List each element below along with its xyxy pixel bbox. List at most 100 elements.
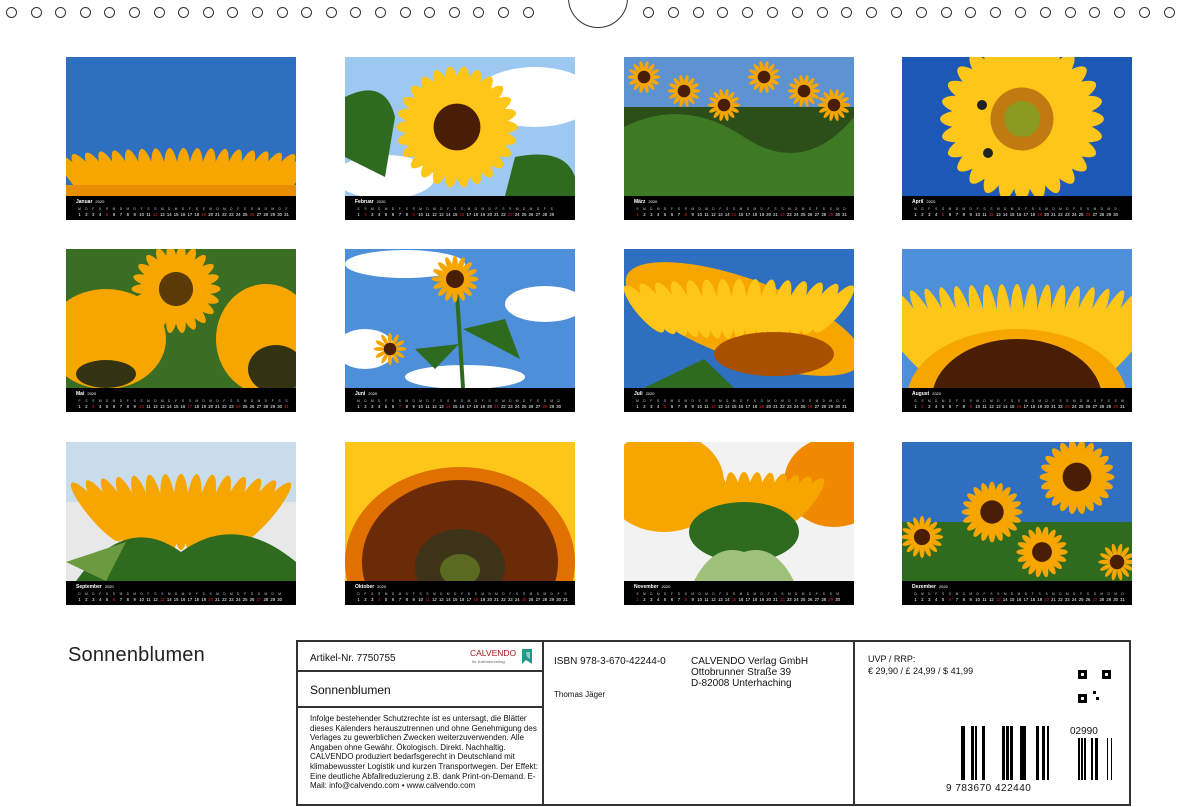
weekday-letter: F <box>816 207 818 211</box>
day-number: 29 <box>828 404 833 409</box>
weekday-letter: M <box>836 592 839 596</box>
weekday-letter: D <box>843 207 846 211</box>
day-number: 14 <box>167 404 172 409</box>
day-numbers: D 1 M 2 D 3 F 4 S 5 S 6 M 7 D 8 M 9 D 10 F 11 S 12 S 13 M 14 D 15 M 16 D… <box>912 591 1126 603</box>
day-number: 31 <box>284 404 289 409</box>
day-number: 9 <box>134 212 137 217</box>
weekday-letter: S <box>468 592 470 596</box>
weekday-letter: M <box>829 399 832 403</box>
month-year: 2020 <box>368 391 378 396</box>
day-number: 5 <box>385 404 388 409</box>
weekday-letter: D <box>1052 207 1055 211</box>
day-number: 27 <box>257 597 262 602</box>
day-number: 23 <box>508 212 513 217</box>
binding-ring <box>498 7 509 18</box>
binding-ring <box>80 7 91 18</box>
binding-ring <box>154 7 165 18</box>
weekday-letter: D <box>650 207 653 211</box>
weekday-letter: S <box>551 207 553 211</box>
day-number: 1 <box>636 404 639 409</box>
weekday-letter: S <box>99 207 101 211</box>
weekday-letter: F <box>141 207 143 211</box>
month-name-text: November <box>634 584 659 590</box>
day-number: 3 <box>92 597 95 602</box>
weekday-letter: D <box>795 592 798 596</box>
weekday-letter: S <box>1046 592 1048 596</box>
weekday-letter: M <box>271 207 274 211</box>
weekday-letter: F <box>385 399 387 403</box>
month-page-11: November 2020 S 1 M 2 D 3 M 4 D 5 F 6 S 7 S 8 M 9 D 10 M 11 D 12 F… <box>624 442 854 605</box>
weekday-letter: D <box>272 592 275 596</box>
day-number: 12 <box>989 404 994 409</box>
month-photo <box>624 442 854 581</box>
day-number: 3 <box>650 212 653 217</box>
weekday-letter: D <box>1101 207 1104 211</box>
weekday-letter: S <box>523 592 525 596</box>
day-number: 31 <box>1120 404 1125 409</box>
day-number: 24 <box>515 404 520 409</box>
weekday-letter: S <box>1018 399 1020 403</box>
weekday-letter: M <box>949 207 952 211</box>
weekday-letter: D <box>426 399 429 403</box>
weekday-letter: D <box>251 399 254 403</box>
day-number: 26 <box>808 212 813 217</box>
day-number: 20 <box>766 212 771 217</box>
weekday-letter: M <box>530 592 533 596</box>
day-number: 19 <box>1037 212 1042 217</box>
day-number: 3 <box>928 212 931 217</box>
day-number: 15 <box>1010 597 1015 602</box>
day-numbers: D 1 F 2 S 3 S 4 M 5 D 6 M 7 D 8 F 9 S 10 S 11 M 12 D 13 M 14 D 15 F 16 S… <box>355 591 569 603</box>
weekday-letter: M <box>502 399 505 403</box>
weekday-letter: M <box>126 207 129 211</box>
day-number: 4 <box>935 597 938 602</box>
weekday-letter: S <box>726 207 728 211</box>
weekday-letter: M <box>969 592 972 596</box>
day-number: 5 <box>942 404 945 409</box>
day-number: 27 <box>257 404 262 409</box>
month-name: März 2020 <box>634 199 657 205</box>
weekday-letter: M <box>244 399 247 403</box>
day-number: 24 <box>794 597 799 602</box>
day-number: 29 <box>828 597 833 602</box>
date-strip: Januar 2020 M 1 D 2 F 3 S 4 S 5 M 6 D 7 M 8 D 9 F 10 S 11 S 12 M 13… <box>66 196 296 220</box>
day-number: 26 <box>529 597 534 602</box>
weekday-letter: M <box>956 592 959 596</box>
weekday-letter: M <box>671 399 674 403</box>
day-number: 23 <box>229 597 234 602</box>
weekday-letter: M <box>147 399 150 403</box>
weekday-letter: S <box>399 399 401 403</box>
day-number: 23 <box>229 212 234 217</box>
day-number: 1 <box>914 212 917 217</box>
publisher-street: Ottobrunner Straße 39 <box>691 667 792 678</box>
weekday-letter: S <box>664 399 666 403</box>
weekday-letter: D <box>223 592 226 596</box>
weekday-letter: D <box>537 207 540 211</box>
weekday-letter: D <box>488 592 491 596</box>
weekday-letter: D <box>836 399 839 403</box>
weekday-letter: F <box>223 399 225 403</box>
weekday-letter: M <box>543 592 546 596</box>
day-number: 25 <box>243 404 248 409</box>
day-number: 11 <box>982 597 987 602</box>
day-number: 21 <box>1051 597 1056 602</box>
month-page-8: August 2020 S 1 S 2 M 3 D 4 M 5 D 6 F 7 S 8 S 9 M 10 D 11 M 12 D 13… <box>902 249 1132 412</box>
day-number: 9 <box>970 597 973 602</box>
weekday-letter: S <box>154 207 156 211</box>
weekday-letter: D <box>265 399 268 403</box>
weekday-letter: M <box>481 207 484 211</box>
day-number: 8 <box>406 404 409 409</box>
month-name-text: Juni <box>355 391 366 397</box>
day-number: 3 <box>371 404 374 409</box>
weekday-letter: M <box>468 207 471 211</box>
day-number: 10 <box>139 597 144 602</box>
weekday-letter: D <box>970 207 973 211</box>
weekday-letter: M <box>1025 399 1028 403</box>
weekday-letter: F <box>844 399 846 403</box>
day-number: 27 <box>536 597 541 602</box>
weekday-letter: S <box>685 207 687 211</box>
weekday-letter: D <box>809 207 812 211</box>
day-number: 13 <box>996 404 1001 409</box>
month-photo <box>66 442 296 581</box>
weekday-letter: D <box>664 592 667 596</box>
day-numbers: S 1 M 2 D 3 M 4 D 5 F 6 S 7 S 8 M 9 D 10 M 11 D 12 F 13 S 14 S 15 M 16 D… <box>634 206 848 218</box>
